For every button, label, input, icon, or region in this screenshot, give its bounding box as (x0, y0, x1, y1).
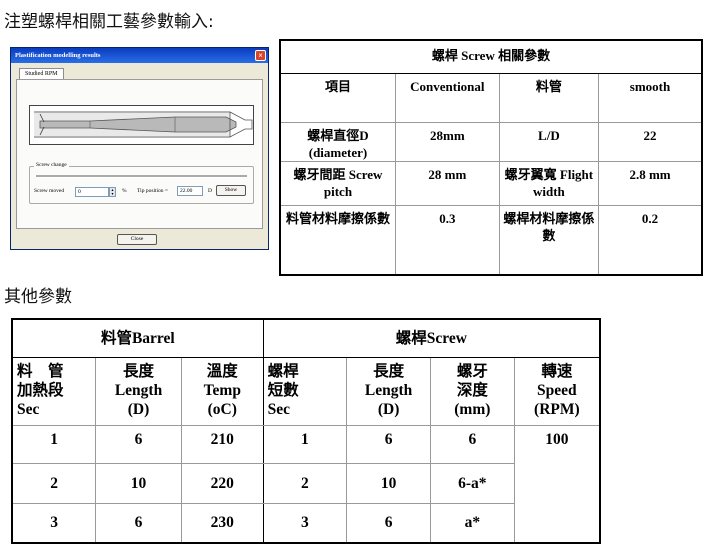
table-cell: 2.8 mm (598, 160, 703, 206)
tip-position-label: Tip position = (137, 188, 169, 194)
show-button[interactable]: Show (216, 185, 246, 196)
screw-diagram (29, 105, 254, 145)
table-cell: 3 (262, 502, 348, 544)
screw-depth-header: 螺牙 深度 (mm) (430, 356, 515, 426)
injection-params-heading: 注塑螺桿相關工藝參數輸入: (4, 12, 214, 32)
header-cell: Conventional (394, 72, 500, 123)
screw-moved-label: Screw moved (34, 188, 65, 194)
table-cell: 230 (180, 502, 264, 544)
table-cell: 0.3 (394, 204, 500, 276)
table-cell: 210 (180, 424, 264, 464)
table-cell: 6 (430, 424, 515, 464)
screw-length-header: 長度 Length (D) (346, 356, 431, 426)
dialog-title: Plastification modelling results (15, 52, 101, 59)
table-cell: 28 mm (394, 160, 500, 206)
table-cell: 6 (95, 424, 182, 464)
header-cell: 料管 (498, 72, 600, 123)
percent-unit: % (122, 188, 127, 194)
table-cell: 6 (346, 424, 431, 464)
table-cell: 螺牙翼寬 Flight width (498, 160, 600, 206)
plastification-dialog: Plastification modelling results × Studi… (10, 47, 269, 250)
table-cell: 6-a* (430, 462, 515, 504)
table-cell: 2 (262, 462, 348, 504)
barrel-sec-header: 料 管 加熱段 Sec (11, 356, 97, 426)
close-button[interactable]: Close (117, 234, 157, 245)
table-cell: 2 (11, 462, 97, 504)
screw-slider[interactable] (36, 175, 247, 178)
close-icon[interactable]: × (255, 50, 266, 61)
table-cell: a* (430, 502, 515, 544)
table-cell: 螺桿材料摩擦係數 (498, 204, 600, 276)
screw-change-group: Screw change Screw moved 0 ▴ ▾ % Tip posi… (29, 162, 254, 204)
table-cell: 10 (95, 462, 182, 504)
table-cell: 10 (346, 462, 431, 504)
screw-change-legend: Screw change (34, 162, 69, 168)
table-cell: L/D (498, 121, 600, 162)
table-cell: 1 (262, 424, 348, 464)
table-cell: 3 (11, 502, 97, 544)
screw-table-title: 螺桿 Screw 相關參數 (279, 39, 703, 74)
screw-group-header: 螺桿Screw (262, 318, 601, 358)
table-cell: 料管材料摩擦係數 (279, 204, 396, 276)
tip-position-input[interactable]: 22.00 (177, 186, 203, 196)
other-params-heading: 其他參數 (4, 287, 72, 307)
table-cell: 螺牙間距 Screw pitch (279, 160, 396, 206)
table-cell: 6 (346, 502, 431, 544)
table-cell: 螺桿直徑D (diameter) (279, 121, 396, 162)
other-params-table: 料管Barrel 螺桿Screw 料 管 加熱段 Sec 長度 Length (… (11, 318, 601, 544)
barrel-group-header: 料管Barrel (11, 318, 264, 358)
screw-moved-spinner[interactable]: ▴ ▾ (109, 187, 116, 197)
table-cell: 1 (11, 424, 97, 464)
tip-unit: D (208, 188, 212, 194)
table-cell: 22 (598, 121, 703, 162)
speed-cell: 100 (513, 424, 601, 544)
screw-moved-input[interactable]: 0 (75, 187, 109, 197)
speed-header: 轉速 Speed (RPM) (513, 356, 601, 426)
dialog-title-bar: Plastification modelling results × (11, 48, 268, 63)
barrel-length-header: 長度 Length (D) (95, 356, 182, 426)
table-cell: 0.2 (598, 204, 703, 276)
screw-sec-header: 螺桿 短數 Sec (262, 356, 348, 426)
table-cell: 6 (95, 502, 182, 544)
barrel-temp-header: 溫度 Temp (oC) (180, 356, 264, 426)
table-cell: 28mm (394, 121, 500, 162)
header-cell: 項目 (279, 72, 396, 123)
table-cell: 220 (180, 462, 264, 504)
dialog-panel: Screw change Screw moved 0 ▴ ▾ % Tip posi… (16, 79, 263, 229)
header-cell: smooth (598, 72, 703, 123)
screw-params-table: 螺桿 Screw 相關參數 項目 Conventional 料管 smooth … (279, 39, 703, 276)
